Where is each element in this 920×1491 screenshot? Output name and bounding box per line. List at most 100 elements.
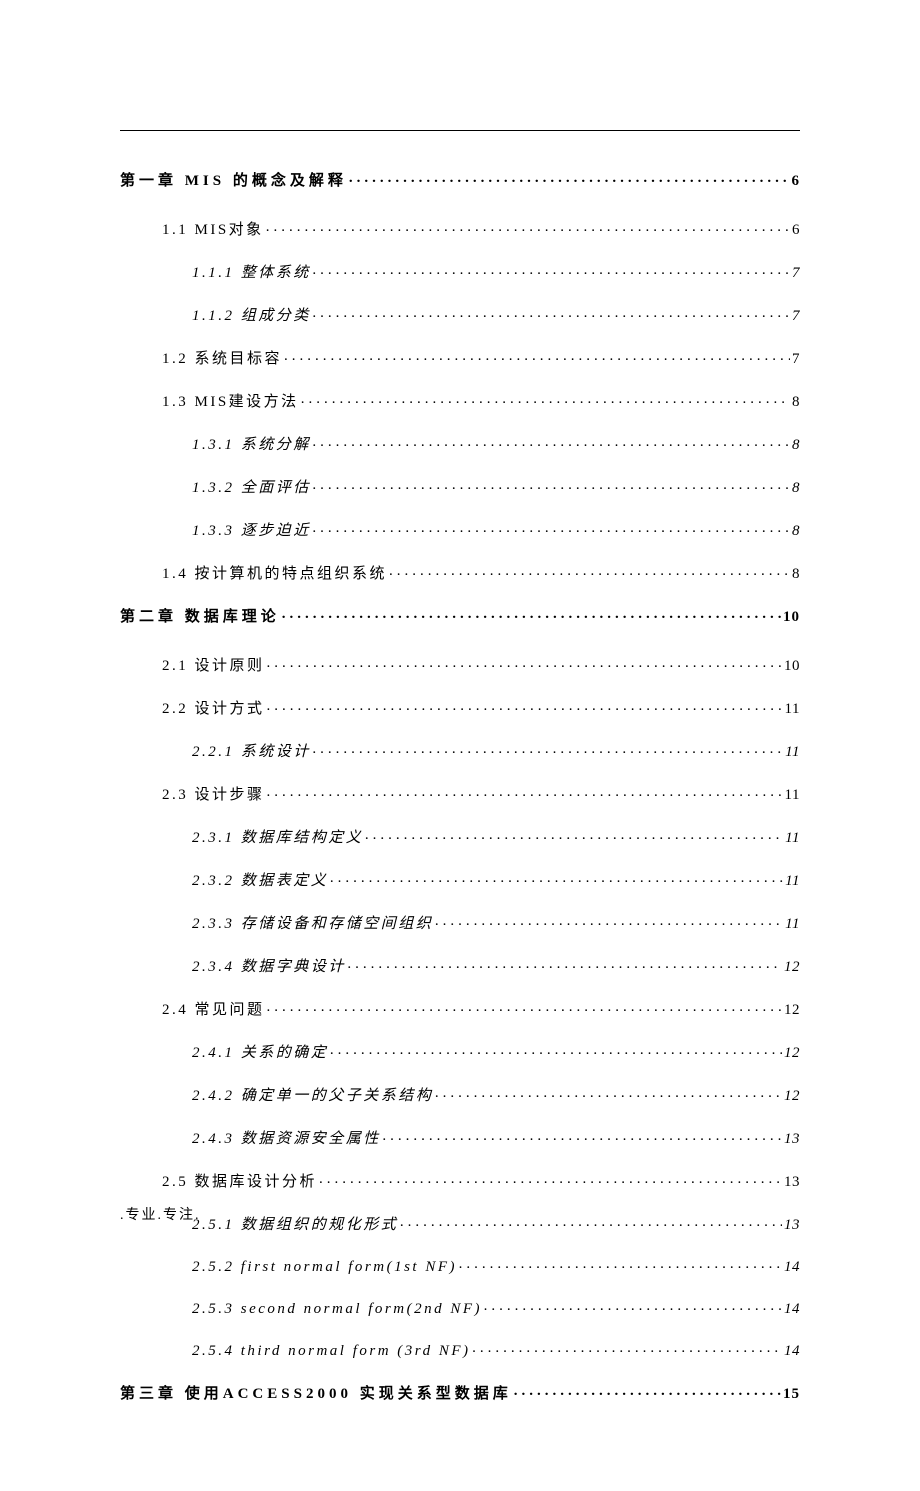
toc-entry: 2.5.3 second normal form(2nd NF) 14	[192, 1298, 800, 1318]
toc-entry-page: 7	[792, 308, 800, 325]
toc-entry: 2.5 数据库设计分析 13	[162, 1170, 800, 1191]
toc-entry-title: 2.5.1 数据组织的规化形式	[192, 1213, 398, 1234]
toc-entry-page: 8	[792, 394, 800, 411]
toc-entry-title: 1.2 系统目标容	[162, 347, 282, 368]
toc-entry-title: 1.1.1 整体系统	[192, 261, 311, 282]
toc-entry: 第三章 使用ACCESS2000 实现关系型数据库 15	[120, 1382, 800, 1403]
toc-entry: 2.1 设计原则 10	[162, 654, 800, 675]
toc-entry: 1.1.1 整体系统 7	[192, 261, 800, 282]
toc-leader-dots	[282, 606, 781, 621]
toc-entry-page: 14	[784, 1343, 800, 1360]
document-page: 第一章 MIS 的概念及解释 61.1 MIS对象 61.1.1 整体系统 71…	[0, 0, 920, 1491]
toc-entry-page: 11	[785, 873, 800, 890]
toc-entry-page: 13	[784, 1131, 800, 1148]
toc-entry: 1.3 MIS建设方法 8	[162, 390, 800, 411]
toc-entry-page: 10	[783, 609, 800, 626]
toc-entry-page: 12	[784, 1002, 800, 1019]
toc-leader-dots	[267, 784, 783, 799]
toc-entry-title: 2.3.1 数据库结构定义	[192, 826, 363, 847]
toc-entry-page: 7	[792, 265, 800, 282]
toc-entry-title: 2.5 数据库设计分析	[162, 1170, 317, 1191]
toc-entry: 2.5.4 third normal form (3rd NF) 14	[192, 1340, 800, 1360]
toc-leader-dots	[313, 305, 790, 320]
toc-entry-page: 11	[785, 744, 800, 761]
toc-leader-dots	[484, 1298, 782, 1313]
toc-leader-dots	[349, 170, 790, 185]
toc-entry-page: 13	[784, 1174, 800, 1191]
toc-entry-page: 12	[784, 1045, 800, 1062]
toc-entry-title: 2.5.3 second normal form(2nd NF)	[192, 1301, 482, 1318]
toc-entry: 第一章 MIS 的概念及解释 6	[120, 169, 800, 190]
toc-entry-title: 第三章 使用ACCESS2000 实现关系型数据库	[120, 1382, 512, 1403]
toc-leader-dots	[330, 1042, 782, 1057]
toc-leader-dots	[383, 1128, 782, 1143]
toc-entry-title: 2.1 设计原则	[162, 654, 265, 675]
toc-entry-title: 第二章 数据库理论	[120, 605, 280, 626]
toc-entry: 2.3.4 数据字典设计 12	[192, 955, 800, 976]
toc-entry-title: 2.4 常见问题	[162, 998, 265, 1019]
header-rule	[120, 130, 800, 131]
toc-entry-title: 2.3 设计步骤	[162, 783, 265, 804]
toc-entry-title: 1.4 按计算机的特点组织系统	[162, 562, 387, 583]
toc-entry-title: 第一章 MIS 的概念及解释	[120, 169, 347, 190]
toc-leader-dots	[365, 827, 783, 842]
toc-leader-dots	[301, 391, 790, 406]
toc-entry: 2.5.2 first normal form(1st NF) 14	[192, 1256, 800, 1276]
toc-entry-title: 2.5.2 first normal form(1st NF)	[192, 1259, 457, 1276]
toc-entry: 1.1 MIS对象 6	[162, 218, 800, 239]
toc-entry-title: 2.2.1 系统设计	[192, 740, 311, 761]
toc-entry-page: 8	[792, 437, 800, 454]
toc-entry: 2.3.2 数据表定义 11	[192, 869, 800, 890]
toc-entry-title: 2.5.4 third normal form (3rd NF)	[192, 1343, 470, 1360]
toc-entry-page: 15	[783, 1386, 800, 1403]
toc-leader-dots	[313, 520, 790, 535]
toc-entry: 1.3.3 逐步迫近 8	[192, 519, 800, 540]
toc-entry: 2.3 设计步骤 11	[162, 783, 800, 804]
toc-entry-page: 12	[784, 1088, 800, 1105]
toc-entry: 1.1.2 组成分类 7	[192, 304, 800, 325]
toc-entry: 2.2.1 系统设计 11	[192, 740, 800, 761]
toc-leader-dots	[267, 698, 783, 713]
toc-entry-title: 1.3 MIS建设方法	[162, 390, 299, 411]
toc-entry: 1.3.2 全面评估 8	[192, 476, 800, 497]
toc-leader-dots	[313, 262, 790, 277]
toc-entry: 1.2 系统目标容 7	[162, 347, 800, 368]
toc-leader-dots	[330, 870, 783, 885]
toc-entry: 1.3.1 系统分解 8	[192, 433, 800, 454]
page-footer: .专业.专注.	[120, 1204, 201, 1224]
toc-entry-page: 11	[785, 787, 800, 804]
toc-entry: 2.3.3 存储设备和存储空间组织 11	[192, 912, 800, 933]
table-of-contents: 第一章 MIS 的概念及解释 61.1 MIS对象 61.1.1 整体系统 71…	[120, 163, 800, 1403]
toc-entry-title: 2.4.1 关系的确定	[192, 1041, 328, 1062]
toc-entry-page: 11	[785, 916, 800, 933]
toc-entry-page: 12	[784, 959, 800, 976]
toc-entry-page: 13	[784, 1217, 800, 1234]
toc-leader-dots	[267, 999, 782, 1014]
toc-leader-dots	[400, 1214, 782, 1229]
toc-entry-title: 1.1.2 组成分类	[192, 304, 311, 325]
toc-entry-title: 2.3.3 存储设备和存储空间组织	[192, 912, 433, 933]
toc-entry-page: 14	[784, 1301, 800, 1318]
toc-leader-dots	[313, 741, 783, 756]
toc-leader-dots	[284, 348, 790, 363]
toc-leader-dots	[267, 655, 782, 670]
toc-entry-title: 1.3.3 逐步迫近	[192, 519, 311, 540]
toc-entry: 2.4.2 确定单一的父子关系结构 12	[192, 1084, 800, 1105]
toc-entry-page: 6	[792, 222, 800, 239]
toc-leader-dots	[435, 1085, 782, 1100]
toc-leader-dots	[266, 219, 790, 234]
toc-entry-page: 6	[792, 173, 801, 190]
toc-entry-title: 2.4.3 数据资源安全属性	[192, 1127, 381, 1148]
toc-leader-dots	[389, 563, 790, 578]
toc-entry-page: 8	[792, 566, 800, 583]
toc-entry-page: 8	[792, 480, 800, 497]
toc-leader-dots	[313, 434, 790, 449]
toc-entry-page: 8	[792, 523, 800, 540]
toc-entry: 2.2 设计方式 11	[162, 697, 800, 718]
toc-leader-dots	[319, 1171, 782, 1186]
toc-entry-title: 1.3.1 系统分解	[192, 433, 311, 454]
toc-entry: 2.4 常见问题 12	[162, 998, 800, 1019]
toc-entry: 2.5.1 数据组织的规化形式 13	[192, 1213, 800, 1234]
toc-entry: 2.3.1 数据库结构定义 11	[192, 826, 800, 847]
toc-entry-title: 2.3.4 数据字典设计	[192, 955, 346, 976]
